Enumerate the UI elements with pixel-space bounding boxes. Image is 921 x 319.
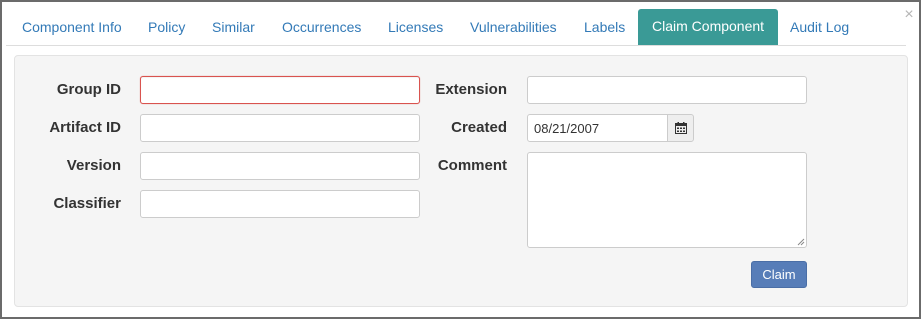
tab-licenses[interactable]: Licenses (374, 10, 457, 45)
extension-input[interactable] (527, 76, 807, 104)
classifier-input[interactable] (140, 190, 420, 218)
tab-audit-log[interactable]: Audit Log (776, 10, 863, 45)
tab-vulnerabilities[interactable]: Vulnerabilities (456, 10, 571, 45)
created-date-input[interactable] (527, 114, 668, 142)
version-input[interactable] (140, 152, 420, 180)
claim-component-dialog: Component Info Policy Similar Occurrence… (0, 0, 921, 319)
created-label: Created (451, 119, 507, 136)
tab-bar: Component Info Policy Similar Occurrence… (6, 7, 906, 46)
tab-claim-component[interactable]: Claim Component (638, 9, 779, 45)
tab-similar[interactable]: Similar (198, 10, 269, 45)
group-id-input[interactable] (140, 76, 420, 104)
close-icon[interactable]: × (903, 7, 915, 23)
resize-handle-icon[interactable] (797, 238, 805, 246)
calendar-icon (675, 122, 687, 134)
tab-occurrences[interactable]: Occurrences (268, 10, 375, 45)
artifact-id-label: Artifact ID (49, 119, 121, 136)
date-picker-button[interactable] (667, 114, 694, 142)
claim-form-panel: Group ID Artifact ID Version Classifier … (14, 55, 908, 307)
version-label: Version (66, 157, 121, 174)
group-id-label: Group ID (56, 81, 121, 98)
tab-labels[interactable]: Labels (570, 10, 639, 45)
extension-label: Extension (435, 81, 507, 98)
tab-component-info[interactable]: Component Info (8, 10, 136, 45)
artifact-id-input[interactable] (140, 114, 420, 142)
claim-button[interactable]: Claim (751, 261, 807, 288)
tab-policy[interactable]: Policy (134, 10, 199, 45)
comment-label: Comment (437, 157, 507, 174)
comment-textarea[interactable] (527, 152, 807, 248)
classifier-label: Classifier (53, 195, 121, 212)
